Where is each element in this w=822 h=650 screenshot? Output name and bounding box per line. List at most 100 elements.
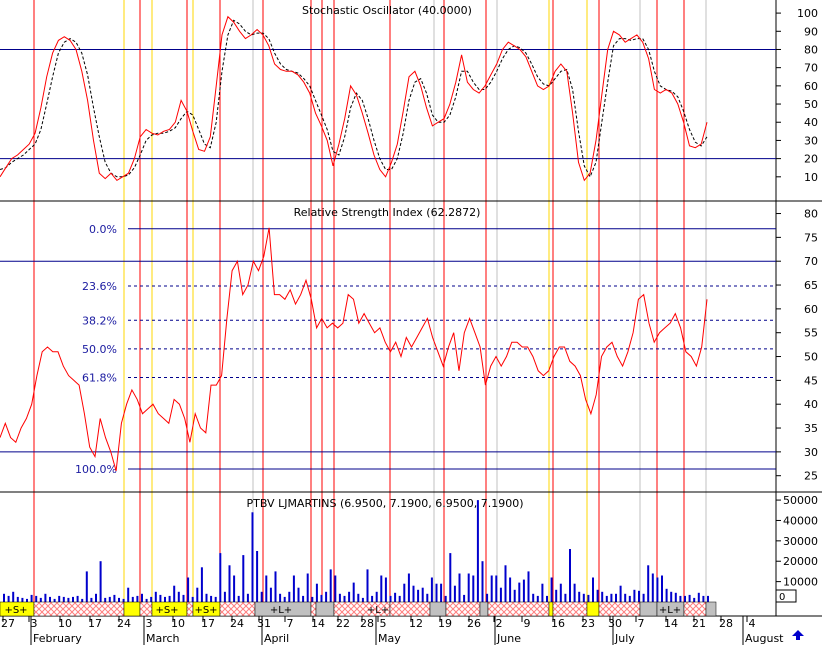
rsi-tick-label: 80 bbox=[804, 208, 818, 221]
volume-bar bbox=[490, 575, 493, 602]
volume-bar bbox=[127, 587, 130, 602]
fib-label: 100.0% bbox=[75, 463, 117, 476]
volume-bar bbox=[53, 598, 56, 602]
volume-bar bbox=[665, 588, 668, 603]
volume-bar bbox=[417, 589, 420, 602]
volume-bar bbox=[58, 595, 61, 602]
rsi-panel: 25 30 35 40 45 50 55 60 65 70 75 80 0.0% 23.6% 38.2% 50… bbox=[0, 208, 818, 483]
volume-bar bbox=[513, 589, 516, 602]
volume-bar bbox=[555, 589, 558, 602]
band-segment-gray bbox=[315, 601, 335, 617]
day-label: 3 bbox=[31, 617, 38, 630]
month-label: August bbox=[745, 632, 784, 645]
volume-bar bbox=[26, 598, 28, 602]
volume-bar bbox=[440, 583, 443, 602]
volume-bar bbox=[334, 575, 337, 602]
volume-bar bbox=[21, 597, 24, 602]
rsi-tick-label: 35 bbox=[804, 422, 818, 435]
volume-bar bbox=[3, 593, 5, 602]
volume-bar bbox=[256, 551, 259, 602]
volume-bar bbox=[559, 583, 562, 602]
volume-tick-label: 40000 bbox=[783, 514, 818, 527]
volume-bar bbox=[463, 594, 466, 602]
volume-bar bbox=[44, 593, 47, 602]
volume-bar bbox=[108, 596, 111, 602]
volume-bar bbox=[338, 593, 341, 602]
volume-bar bbox=[136, 595, 139, 602]
volume-bar bbox=[661, 575, 663, 602]
volume-bar bbox=[587, 594, 590, 602]
volume-bar bbox=[196, 587, 199, 602]
rsi-tick-label: 45 bbox=[804, 374, 818, 387]
band-segment-red bbox=[389, 601, 431, 617]
band-label: +S+ bbox=[4, 605, 27, 616]
volume-bar bbox=[274, 571, 277, 602]
day-label: 4 bbox=[749, 617, 756, 630]
day-label: 16 bbox=[551, 617, 565, 630]
day-label: 5 bbox=[380, 617, 387, 630]
volume-bar bbox=[283, 596, 286, 602]
month-label: June bbox=[496, 632, 521, 645]
band-segment-red bbox=[487, 601, 550, 617]
volume-bar bbox=[177, 591, 180, 602]
volume-bar bbox=[311, 596, 314, 602]
day-label: 14 bbox=[311, 617, 325, 630]
volume-bar bbox=[159, 594, 162, 602]
day-label: 28 bbox=[719, 617, 733, 630]
volume-bar bbox=[536, 595, 539, 602]
volume-bar bbox=[62, 596, 65, 602]
stochastic-panel: 10 20 30 40 50 60 70 80 90 100 bbox=[0, 7, 818, 184]
volume-bar bbox=[361, 597, 364, 602]
volume-title: PTBV LJMARTINS (6.9500, 7.1900, 6.9500, … bbox=[246, 497, 523, 510]
volume-bar bbox=[412, 585, 415, 602]
volume-bar bbox=[656, 577, 659, 602]
volume-bar bbox=[306, 573, 309, 602]
volume-bar bbox=[421, 587, 424, 602]
month-label: February bbox=[33, 632, 82, 645]
band-segment-red bbox=[683, 601, 707, 617]
volume-bar bbox=[90, 597, 93, 602]
volume-bar bbox=[444, 595, 447, 602]
volume-tick-label: 50000 bbox=[783, 494, 818, 507]
volume-bar bbox=[246, 593, 249, 602]
rsi-tick-label: 55 bbox=[804, 327, 818, 340]
volume-bar bbox=[697, 592, 700, 602]
day-label: 17 bbox=[201, 617, 215, 630]
day-label: 12 bbox=[409, 617, 423, 630]
volume-bar bbox=[384, 577, 387, 602]
stochastic-tick-label: 70 bbox=[804, 62, 818, 75]
volume-bar bbox=[403, 583, 406, 602]
band-segment-red bbox=[33, 601, 125, 617]
volume-bar bbox=[550, 577, 553, 602]
volume-panel: 10000 20000 30000 40000 50000 bbox=[3, 494, 818, 603]
volume-bar bbox=[205, 593, 208, 602]
volume-bar bbox=[200, 567, 203, 602]
up-arrow-icon[interactable] bbox=[792, 630, 804, 640]
volume-bar bbox=[30, 594, 33, 602]
volume-bar bbox=[49, 596, 51, 602]
band-segment-red bbox=[445, 601, 481, 617]
month-label: March bbox=[146, 632, 180, 645]
day-label: 27 bbox=[1, 617, 15, 630]
rsi-tick-label: 75 bbox=[804, 231, 818, 244]
volume-bar bbox=[242, 555, 245, 602]
band-segment-yellow bbox=[123, 601, 141, 617]
day-label: 7 bbox=[287, 617, 294, 630]
stochastic-tick-label: 90 bbox=[804, 25, 818, 38]
day-label: 3 bbox=[146, 617, 153, 630]
volume-bar bbox=[679, 595, 682, 602]
day-label: 19 bbox=[438, 617, 452, 630]
volume-bar bbox=[619, 585, 622, 602]
fib-label: 50.0% bbox=[82, 343, 117, 356]
volume-bar bbox=[467, 573, 470, 602]
volume-bar bbox=[509, 577, 512, 602]
volume-bar bbox=[624, 593, 627, 602]
volume-bar bbox=[647, 565, 650, 602]
volume-bar bbox=[569, 549, 571, 602]
volume-bar bbox=[458, 573, 461, 602]
volume-bar bbox=[651, 573, 654, 602]
volume-bar bbox=[366, 569, 369, 602]
band-segment-red bbox=[186, 601, 194, 617]
volume-bar bbox=[233, 575, 236, 602]
volume-bar bbox=[449, 553, 452, 602]
